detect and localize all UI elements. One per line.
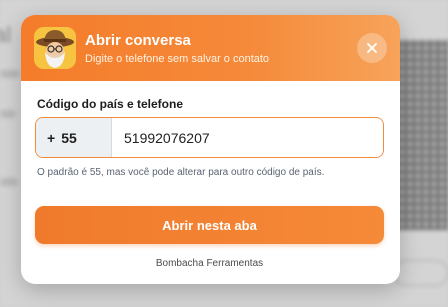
close-icon [367,43,377,53]
modal-subtitle: Digite o telefone sem salvar o contato [85,53,270,65]
modal-header: Abrir conversa Digite o telefone sem sal… [21,15,400,81]
country-code-hint: O padrão é 55, mas você pode alterar par… [37,167,325,178]
footer-brand: Bombacha Ferramentas [155,258,264,269]
country-code-value: 55 [61,129,77,146]
open-in-this-tab-button[interactable]: Abrir nesta aba [35,206,384,244]
close-button[interactable] [357,33,387,63]
phone-input-group: + 55 [35,117,384,158]
country-code-field[interactable]: + 55 [36,118,112,157]
open-chat-modal: Abrir conversa Digite o telefone sem sal… [21,15,400,284]
phone-number-input[interactable] [112,118,383,157]
bearded-man-hat-avatar-icon [34,27,76,69]
country-prefix-symbol: + [47,129,56,146]
modal-title: Abrir conversa [85,32,191,49]
phone-field-label: Código do país e telefone [37,97,184,111]
